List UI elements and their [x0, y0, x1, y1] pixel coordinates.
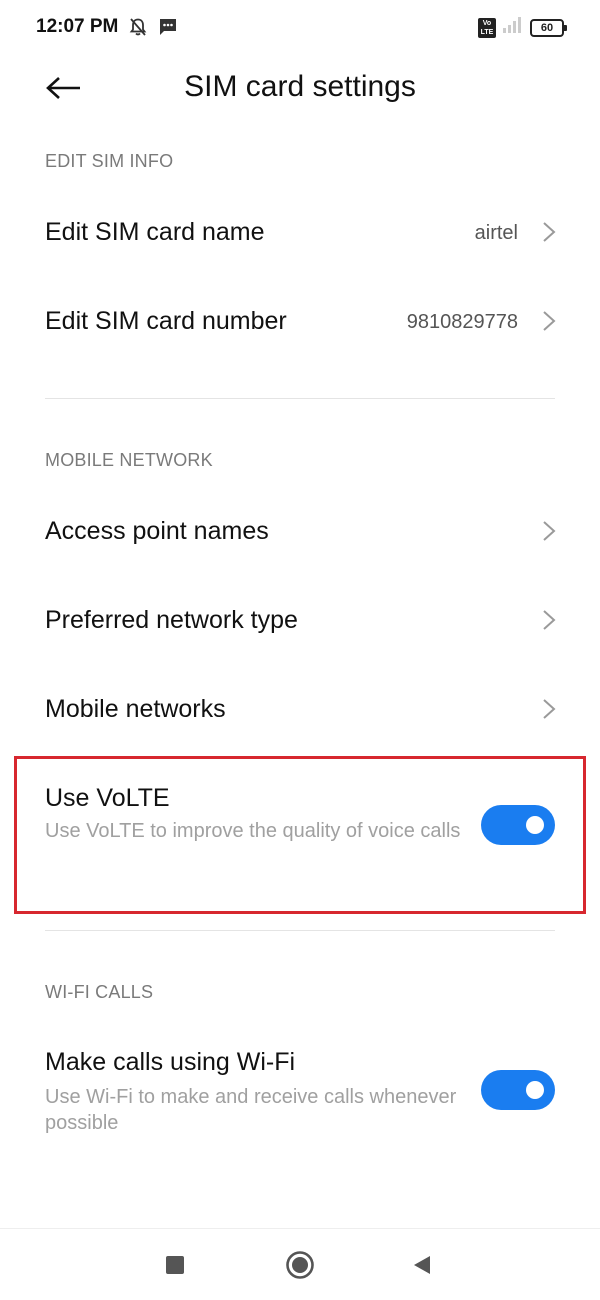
section-header-wifi-calls: WI-FI CALLS [45, 982, 154, 1002]
preferred-network-type-row[interactable]: Preferred network type [0, 584, 600, 656]
back-nav-button[interactable] [402, 1247, 442, 1287]
access-point-names-row[interactable]: Access point names [0, 495, 600, 567]
navigation-bar [0, 1228, 600, 1300]
back-triangle-icon [411, 1254, 433, 1281]
section-divider [45, 930, 555, 931]
wifi-calls-toggle[interactable] [481, 1070, 555, 1110]
section-header-mobile-network: MOBILE NETWORK [45, 450, 213, 470]
signal-icon [502, 16, 524, 39]
edit-sim-card-name-row[interactable]: Edit SIM card name airtel [0, 196, 600, 268]
status-right-icons: Vo LTE 60 [478, 16, 567, 39]
sim-card-settings-screen: 12:07 PM Vo LTE 60 SIM card settings EDI… [0, 0, 600, 1300]
recents-square-icon [165, 1255, 185, 1280]
chevron-right-icon [542, 520, 556, 542]
bell-off-icon [128, 17, 148, 42]
row-title: Edit SIM card number [45, 307, 287, 335]
page-title: SIM card settings [184, 70, 416, 103]
row-subtitle: Use Wi-Fi to make and receive calls when… [45, 1086, 457, 1134]
row-title: Edit SIM card name [45, 218, 265, 246]
status-time: 12:07 PM [36, 16, 119, 37]
chevron-right-icon [542, 698, 556, 720]
section-header-edit-sim-info: EDIT SIM INFO [45, 151, 174, 171]
volte-status-icon: Vo LTE [478, 17, 496, 38]
home-circle-icon [285, 1250, 315, 1285]
status-bar: 12:07 PM Vo LTE 60 [0, 0, 600, 56]
edit-sim-card-number-row[interactable]: Edit SIM card number 9810829778 [0, 285, 600, 357]
chevron-right-icon [542, 609, 556, 631]
highlight-box [14, 756, 586, 914]
row-value: airtel [474, 222, 518, 244]
mobile-networks-row[interactable]: Mobile networks [0, 673, 600, 745]
battery-icon: 60 [530, 18, 567, 37]
chevron-right-icon [542, 310, 556, 332]
row-title: Access point names [45, 517, 269, 545]
row-value: 9810829778 [406, 311, 518, 333]
toggle-knob [526, 1081, 544, 1099]
status-left-icons [128, 17, 178, 42]
recents-button[interactable] [155, 1247, 195, 1287]
chevron-right-icon [542, 221, 556, 243]
row-title: Make calls using Wi-Fi [45, 1048, 296, 1076]
row-title: Mobile networks [45, 695, 226, 723]
make-calls-using-wifi-row[interactable]: Make calls using Wi-Fi Use Wi-Fi to make… [0, 1028, 600, 1158]
battery-level: 60 [540, 21, 554, 34]
header: SIM card settings [0, 56, 600, 122]
row-title: Preferred network type [45, 606, 298, 634]
section-divider [45, 398, 555, 399]
home-button[interactable] [280, 1247, 320, 1287]
message-icon [158, 17, 178, 42]
